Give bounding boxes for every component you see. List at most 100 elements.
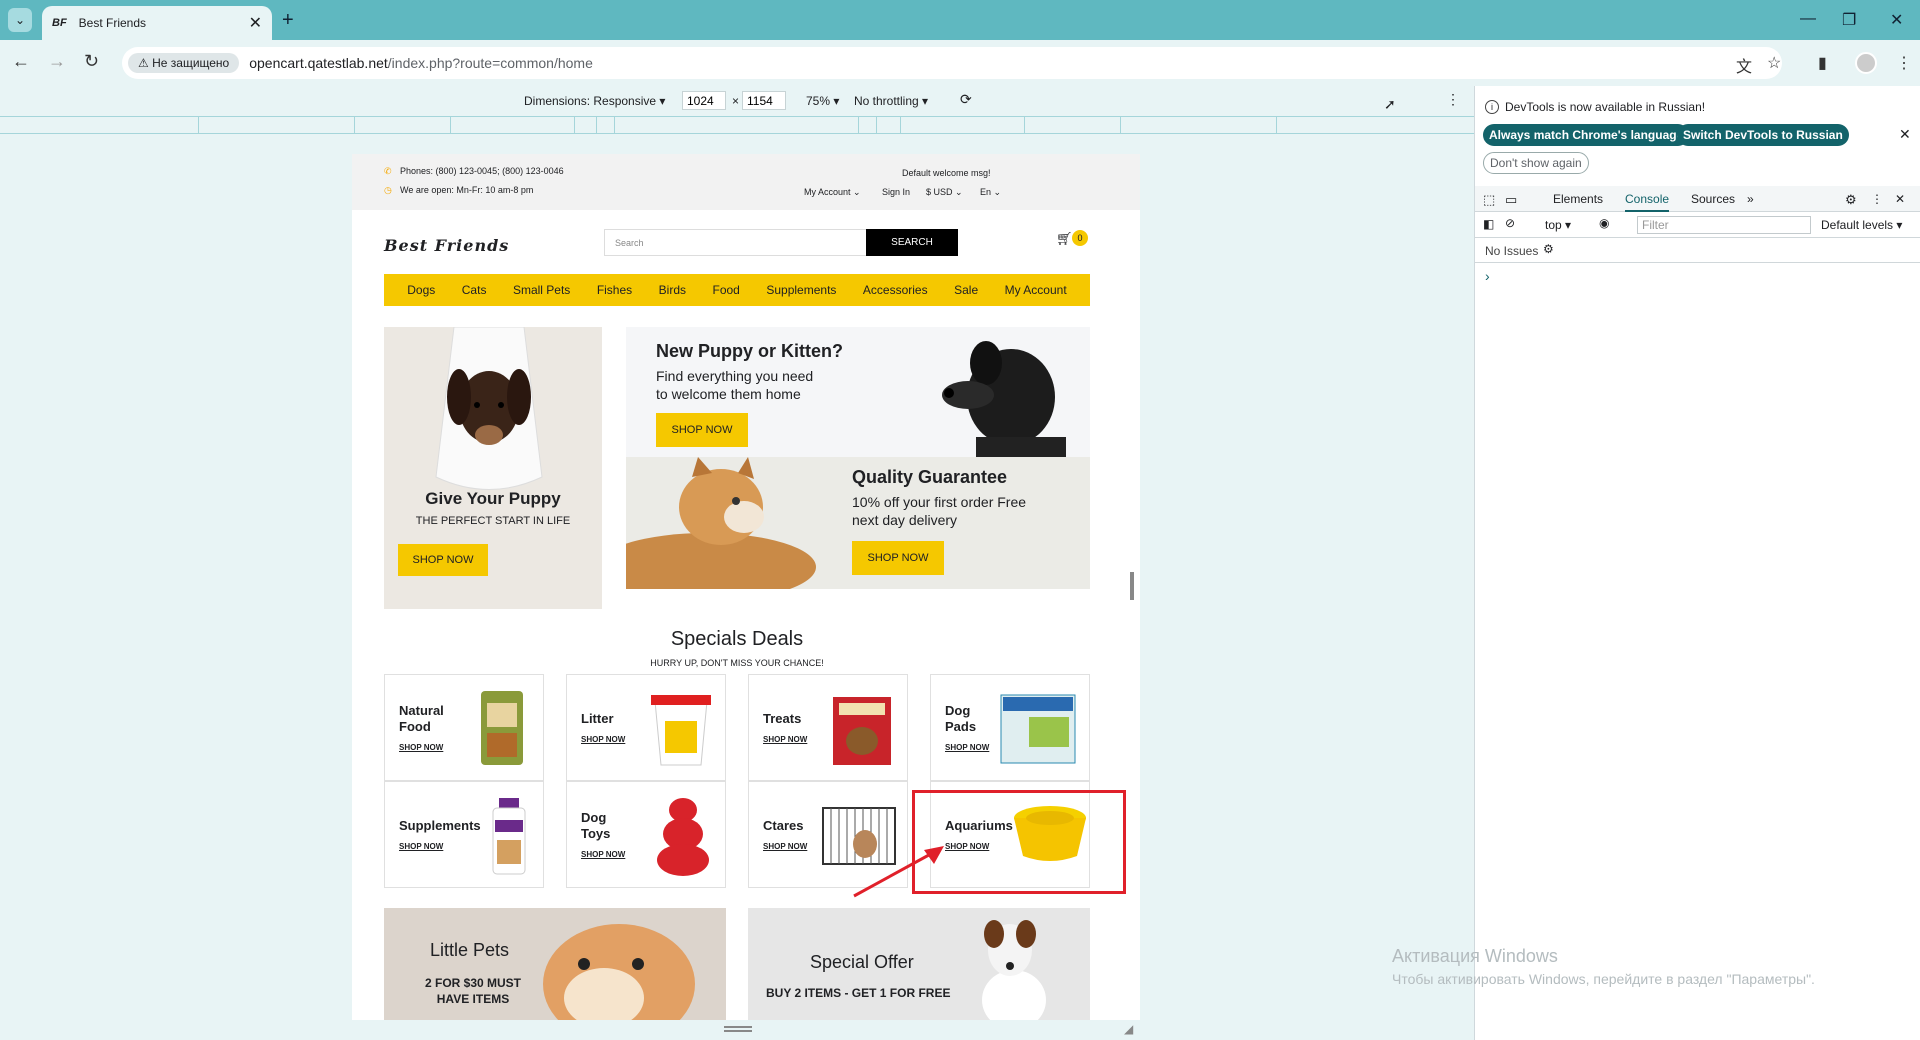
minimize-icon[interactable]: —	[1800, 10, 1816, 28]
reload-icon[interactable]: ↻	[84, 51, 99, 72]
tab-elements[interactable]: Elements	[1553, 192, 1603, 206]
deal-shop-link[interactable]: SHOP NOW	[581, 735, 625, 744]
dont-show-again-button[interactable]: Don't show again	[1483, 152, 1589, 174]
banner-puppy-subtitle: THE PERFECT START IN LIFE	[415, 515, 571, 527]
browser-tab[interactable]: BF Best Friends ✕	[42, 6, 272, 40]
console-prompt[interactable]: ›	[1485, 268, 1490, 284]
device-toolbar: Dimensions: Responsive ▾ × 75% ▾ No thro…	[0, 86, 1474, 116]
banner-new-puppy-shop-button[interactable]: SHOP NOW	[656, 413, 748, 447]
tab-sources[interactable]: Sources	[1691, 192, 1735, 206]
device-toggle-icon[interactable]: ▭	[1505, 192, 1517, 208]
clear-console-icon[interactable]: ⊘	[1505, 216, 1515, 230]
menu-item-small-pets[interactable]: Small Pets	[513, 283, 570, 297]
dimensions-select[interactable]: Dimensions: Responsive ▾	[524, 94, 665, 108]
bookmark-star-icon[interactable]: ☆	[1767, 53, 1781, 73]
banner-quality[interactable]: Quality Guarantee 10% off your first ord…	[626, 457, 1090, 589]
deal-card-dog-toys[interactable]: Dog Toys SHOP NOW	[566, 781, 726, 888]
side-panel-icon[interactable]: ▮	[1818, 53, 1827, 73]
tab-console[interactable]: Console	[1625, 192, 1670, 212]
forward-icon[interactable]: →	[48, 51, 66, 72]
inspect-element-icon[interactable]: ⬚	[1483, 192, 1495, 208]
right-resize-handle[interactable]	[1130, 572, 1134, 600]
width-input[interactable]	[682, 91, 726, 110]
clock-icon: ◷	[384, 185, 392, 195]
device-more-icon[interactable]: ⋮	[1446, 91, 1460, 108]
banner-quality-shop-button[interactable]: SHOP NOW	[852, 541, 944, 575]
corner-resize-icon[interactable]: ◢	[1124, 1022, 1133, 1036]
deal-shop-link[interactable]: SHOP NOW	[763, 735, 807, 744]
deal-card-treats[interactable]: Treats SHOP NOW	[748, 674, 908, 781]
menu-item-sale[interactable]: Sale	[954, 283, 978, 297]
search-input[interactable]: Search	[604, 229, 870, 256]
watermark-title: Активация Windows	[1392, 946, 1558, 966]
translate-icon[interactable]: 文	[1736, 53, 1752, 77]
settings-gear-icon[interactable]: ⚙	[1845, 192, 1857, 208]
more-tabs-icon[interactable]: »	[1747, 192, 1754, 206]
deal-shop-link[interactable]: SHOP NOW	[399, 842, 443, 851]
zoom-select[interactable]: 75% ▾	[806, 94, 839, 108]
little-pets-text2: HAVE ITEMS	[436, 992, 510, 1006]
console-settings-icon[interactable]: ⚙	[1543, 242, 1554, 256]
language-select[interactable]: En ⌄	[980, 187, 1001, 198]
deal-shop-link[interactable]: SHOP NOW	[399, 743, 443, 752]
window-close-icon[interactable]: ✕	[1890, 10, 1903, 30]
tab-search-icon[interactable]: ⌄	[8, 8, 32, 32]
deal-card-litter[interactable]: Litter SHOP NOW	[566, 674, 726, 781]
live-expression-eye-icon[interactable]: ◉	[1599, 216, 1609, 230]
deal-shop-link[interactable]: SHOP NOW	[763, 842, 807, 851]
deal-card-dog-pads[interactable]: Dog Pads SHOP NOW	[930, 674, 1090, 781]
new-tab-icon[interactable]: +	[282, 9, 294, 32]
sidebar-toggle-icon[interactable]: ◧	[1483, 217, 1494, 231]
cart-icon[interactable]: 🛒︎	[1056, 231, 1073, 247]
devtools-menu-icon[interactable]: ⋮	[1871, 192, 1883, 206]
context-select[interactable]: top ▾	[1545, 218, 1571, 232]
phones-text: Phones: (800) 123-0045; (800) 123-0046	[400, 166, 564, 176]
black-dog-image	[942, 341, 1066, 457]
restore-icon[interactable]: ❐	[1842, 10, 1856, 30]
menu-item-accessories[interactable]: Accessories	[863, 283, 928, 297]
banner-new-puppy-text2: to welcome them home	[656, 386, 801, 402]
profile-avatar[interactable]	[1855, 52, 1877, 74]
menu-item-dogs[interactable]: Dogs	[407, 283, 435, 297]
console-filter-input[interactable]: Filter	[1637, 216, 1811, 234]
sign-in-link[interactable]: Sign In	[882, 187, 910, 197]
deal-shop-link[interactable]: SHOP NOW	[581, 850, 625, 859]
devtools-tabbar: ⬚ ▭ Elements Console Sources » ⚙ ⋮ ✕	[1475, 186, 1920, 212]
back-icon[interactable]: ←	[12, 51, 30, 72]
menu-item-supplements[interactable]: Supplements	[766, 283, 836, 297]
banner-new-puppy-text1: Find everything you need	[656, 368, 814, 384]
throttle-select[interactable]: No throttling ▾	[854, 94, 928, 108]
search-button[interactable]: SEARCH	[866, 229, 958, 256]
menu-item-fishes[interactable]: Fishes	[597, 283, 632, 297]
devtools-close-icon[interactable]: ✕	[1895, 192, 1905, 206]
currency-select[interactable]: $ USD ⌄	[926, 187, 963, 198]
menu-kebab-icon[interactable]: ⋮	[1896, 53, 1912, 73]
menu-item-food[interactable]: Food	[713, 283, 740, 297]
issues-count[interactable]: No Issues	[1485, 244, 1538, 258]
favicon: BF	[52, 17, 67, 29]
tab-close-icon[interactable]: ✕	[249, 13, 262, 33]
deal-card-supplements[interactable]: Supplements SHOP NOW	[384, 781, 544, 888]
rotate-icon[interactable]: ⟳	[960, 91, 972, 108]
switch-language-button[interactable]: Switch DevTools to Russian	[1677, 124, 1849, 146]
log-levels-select[interactable]: Default levels ▾	[1821, 218, 1902, 232]
bottom-resize-handle[interactable]	[724, 1026, 752, 1032]
address-bar[interactable]: ⚠ Не защищено opencart.qatestlab.net/ind…	[122, 47, 1782, 79]
hamster-image	[543, 924, 695, 1020]
banner-little-pets[interactable]: Little Pets 2 FOR $30 MUST HAVE ITEMS	[384, 908, 726, 1020]
match-language-button[interactable]: Always match Chrome's language	[1483, 124, 1690, 146]
deal-card-natural-food[interactable]: Natural Food SHOP NOW	[384, 674, 544, 781]
deal-shop-link[interactable]: SHOP NOW	[945, 743, 989, 752]
menu-item-my-account[interactable]: My Account	[1005, 283, 1067, 297]
menu-item-cats[interactable]: Cats	[462, 283, 487, 297]
site-logo[interactable]: Best Friends	[384, 236, 509, 255]
banner-special-offer[interactable]: Special Offer BUY 2 ITEMS - GET 1 FOR FR…	[748, 908, 1090, 1020]
banner-puppy[interactable]: Give Your Puppy THE PERFECT START IN LIF…	[384, 327, 602, 609]
infobar-close-icon[interactable]: ✕	[1899, 126, 1911, 143]
banner-new-puppy[interactable]: New Puppy or Kitten? Find everything you…	[626, 327, 1090, 457]
security-chip[interactable]: ⚠ Не защищено	[128, 53, 240, 73]
my-account-link[interactable]: My Account ⌄	[804, 187, 861, 198]
height-input[interactable]	[742, 91, 786, 110]
menu-item-birds[interactable]: Birds	[659, 283, 686, 297]
banner-puppy-shop-button[interactable]: SHOP NOW	[398, 544, 488, 576]
